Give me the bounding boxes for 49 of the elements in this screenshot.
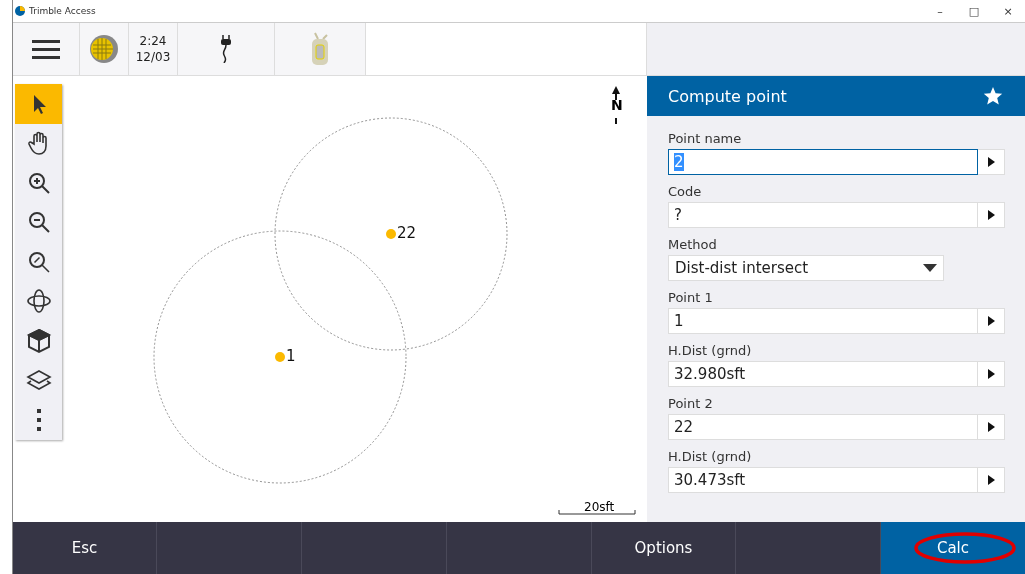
window-title: Trimble Access: [29, 6, 97, 16]
point-marker[interactable]: [386, 229, 396, 239]
play-arrow-icon: [987, 157, 995, 167]
play-arrow-icon: [987, 210, 995, 220]
map-tool-button[interactable]: [15, 84, 62, 124]
text-field[interactable]: ?: [668, 202, 978, 228]
power-plug-icon[interactable]: [220, 35, 232, 63]
play-arrow-icon: [987, 316, 995, 326]
field-label: Code: [668, 183, 703, 201]
arrow-button[interactable]: [978, 467, 1005, 493]
method-dropdown[interactable]: Dist-dist intersect: [668, 255, 944, 281]
play-arrow-icon: [987, 475, 995, 485]
text-field[interactable]: 1: [668, 308, 978, 334]
text-field[interactable]: 22: [668, 414, 978, 440]
field-label: H.Dist (grnd): [668, 448, 753, 466]
star-icon[interactable]: [983, 86, 1003, 106]
point-label: 22: [397, 224, 417, 242]
point-label: 1: [286, 347, 296, 365]
point-marker[interactable]: [275, 352, 285, 362]
field-label: Point 1: [668, 289, 714, 307]
clock-text: 2:24 12/03: [135, 33, 171, 65]
cube-icon: [25, 327, 52, 354]
text-field[interactable]: 30.473sft: [668, 467, 978, 493]
app-logo-icon: [15, 6, 25, 16]
north-arrow-icon: [612, 86, 620, 125]
arrow-button[interactable]: [978, 149, 1005, 175]
play-arrow-icon: [987, 422, 995, 432]
panel-title: Compute point: [668, 86, 788, 106]
text-field[interactable]: 32.980sft: [668, 361, 978, 387]
arrow-button[interactable]: [978, 361, 1005, 387]
menu-icon[interactable]: [32, 39, 60, 59]
window-control[interactable]: ×: [991, 0, 1025, 22]
north-label: N: [611, 97, 623, 113]
more-icon: [35, 407, 42, 432]
scale-label: 20sft: [584, 500, 615, 514]
arrow-button[interactable]: [978, 308, 1005, 334]
caret-icon: [923, 264, 937, 272]
window-control[interactable]: □: [957, 0, 991, 22]
window-control[interactable]: –: [923, 0, 957, 22]
arrow-button[interactable]: [978, 202, 1005, 228]
calc-button[interactable]: Calc: [881, 522, 1025, 574]
field-label: Point 2: [668, 395, 714, 413]
play-arrow-icon: [987, 369, 995, 379]
orbit-icon: [25, 288, 52, 315]
globe-icon[interactable]: [89, 34, 119, 64]
arrow-button[interactable]: [978, 414, 1005, 440]
field-label: Method: [668, 236, 718, 254]
field-label: H.Dist (grnd): [668, 342, 753, 360]
field-label: Point name: [668, 130, 743, 148]
